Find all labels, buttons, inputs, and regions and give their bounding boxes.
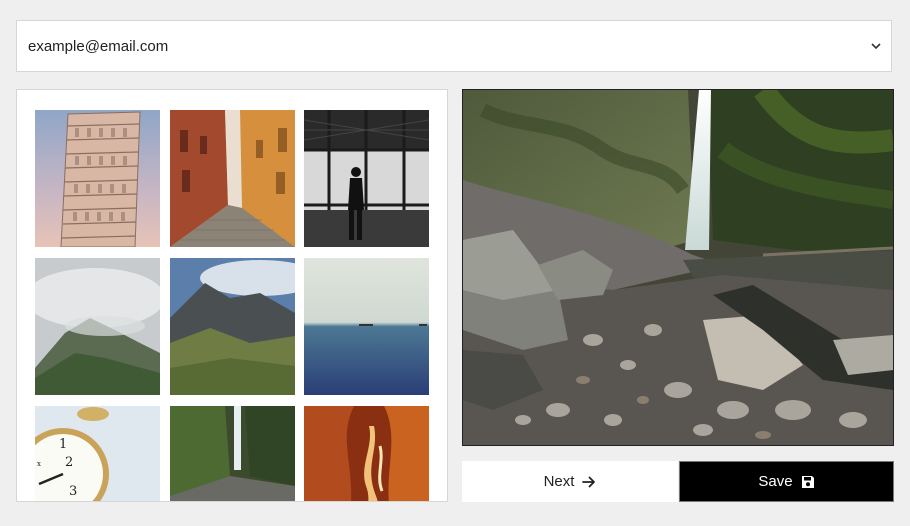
thumbnail-waterfall[interactable] [170, 406, 295, 501]
image-grid: 1 2 3 x [16, 89, 448, 502]
svg-text:2: 2 [65, 455, 73, 470]
arrow-right-icon [582, 475, 596, 489]
thumbnail-canyon[interactable] [304, 406, 429, 501]
thumbnail-misty-mountain[interactable] [35, 258, 160, 395]
chevron-down-icon [869, 39, 883, 53]
next-button-label: Next [543, 473, 575, 490]
thumbnail-narrow-street[interactable] [170, 110, 295, 247]
account-select[interactable]: example@email.com [16, 20, 892, 72]
floppy-disk-icon [801, 475, 815, 489]
thumbnail-alarm-clock[interactable]: 1 2 3 x [35, 406, 160, 501]
thumbnail-mountain-valley[interactable] [170, 258, 295, 395]
next-button[interactable]: Next [462, 461, 678, 502]
save-button[interactable]: Save [679, 461, 894, 502]
svg-text:3: 3 [69, 484, 77, 499]
preview-image [462, 89, 894, 446]
svg-text:x: x [37, 460, 41, 468]
thumbnail-calm-sea[interactable] [304, 258, 429, 395]
thumbnail-station-silhouette[interactable] [304, 110, 429, 247]
svg-text:1: 1 [59, 437, 67, 452]
account-select-value: example@email.com [28, 37, 169, 55]
thumbnail-leaning-tower[interactable] [35, 110, 160, 247]
save-button-label: Save [758, 473, 793, 490]
